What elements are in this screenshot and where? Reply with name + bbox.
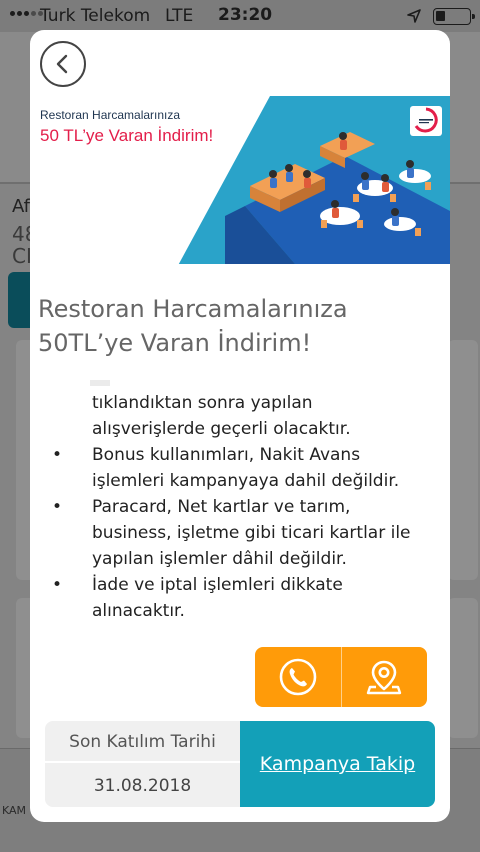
terms-line: tıklandıktan sonra yapılan — [92, 393, 313, 413]
call-button[interactable] — [255, 647, 342, 707]
map-pin-icon — [367, 660, 402, 695]
last-participation-date: 31.08.2018 — [93, 776, 192, 796]
background-tab-label: KAM — [2, 804, 27, 817]
carrier-name: Turk Telekom — [40, 6, 151, 26]
terms-line: alınacaktır. — [92, 601, 185, 621]
location-button[interactable] — [342, 647, 428, 707]
contact-actions — [255, 647, 427, 707]
terms-line: Bonus kullanımları, Nakit Avans — [92, 445, 361, 465]
restaurant-illustration — [225, 132, 450, 264]
terms-continuation: tıklandıktan sonra yapılan alışverişlerd… — [92, 390, 351, 442]
terms-list: • Bonus kullanımları, Nakit Avans işleml… — [30, 442, 450, 624]
location-arrow-icon — [407, 9, 421, 23]
phone-icon — [279, 658, 317, 696]
background-title: Af — [12, 196, 31, 217]
campaign-detail-modal: Restoran Harcamalarınıza 50 TL’ye Varan … — [30, 30, 450, 822]
banner-title: 50 TL’ye Varan İndirim! — [40, 126, 214, 145]
terms-line: business, işletme gibi ticari kartlar il… — [92, 523, 411, 543]
bullet-marker: • — [52, 445, 63, 465]
background-line: CI — [12, 244, 32, 268]
chevron-left-icon — [56, 54, 68, 74]
campaign-headline: Restoran Harcamalarınıza 50TL’ye Varan İ… — [38, 295, 348, 357]
network-type: LTE — [165, 6, 194, 26]
brand-logo — [410, 106, 442, 136]
campaign-banner: Restoran Harcamalarınıza 50 TL’ye Varan … — [30, 96, 450, 264]
campaign-follow-label: Kampanya Takip — [259, 753, 416, 775]
last-participation-label: Son Katılım Tarihi — [45, 721, 240, 763]
terms-line: işlemleri kampanyaya dahil değildir. — [92, 471, 400, 491]
bullet-marker: • — [52, 497, 63, 517]
campaign-follow-button[interactable]: Kampanya Takip — [240, 721, 435, 807]
last-participation-box: Son Katılım Tarihi 31.08.2018 — [45, 721, 240, 807]
bullet-marker: • — [52, 575, 63, 595]
back-button[interactable] — [40, 41, 86, 87]
terms-list-item: • İade ve iptal işlemleri dikkate alınac… — [30, 572, 450, 624]
banner-subtitle: Restoran Harcamalarınıza — [40, 108, 181, 122]
terms-list-item: • Paracard, Net kartlar ve tarım, busine… — [30, 494, 450, 572]
background-card — [448, 340, 478, 580]
status-time: 23:20 — [218, 5, 273, 25]
background-card — [448, 598, 478, 738]
signal-strength-icon — [10, 11, 43, 16]
terms-line: İade ve iptal işlemleri dikkate — [92, 575, 343, 595]
terms-line: yapılan işlemler dâhil değildir. — [92, 549, 347, 569]
battery-icon — [433, 8, 475, 25]
terms-list-item: • Bonus kullanımları, Nakit Avans işleml… — [30, 442, 450, 494]
campaign-terms[interactable]: tıklandıktan sonra yapılan alışverişlerd… — [30, 380, 450, 640]
terms-line: alışverişlerde geçerli olacaktır. — [92, 419, 351, 439]
terms-line: Paracard, Net kartlar ve tarım, — [92, 497, 351, 517]
status-bar: Turk Telekom LTE 23:20 — [0, 0, 480, 32]
